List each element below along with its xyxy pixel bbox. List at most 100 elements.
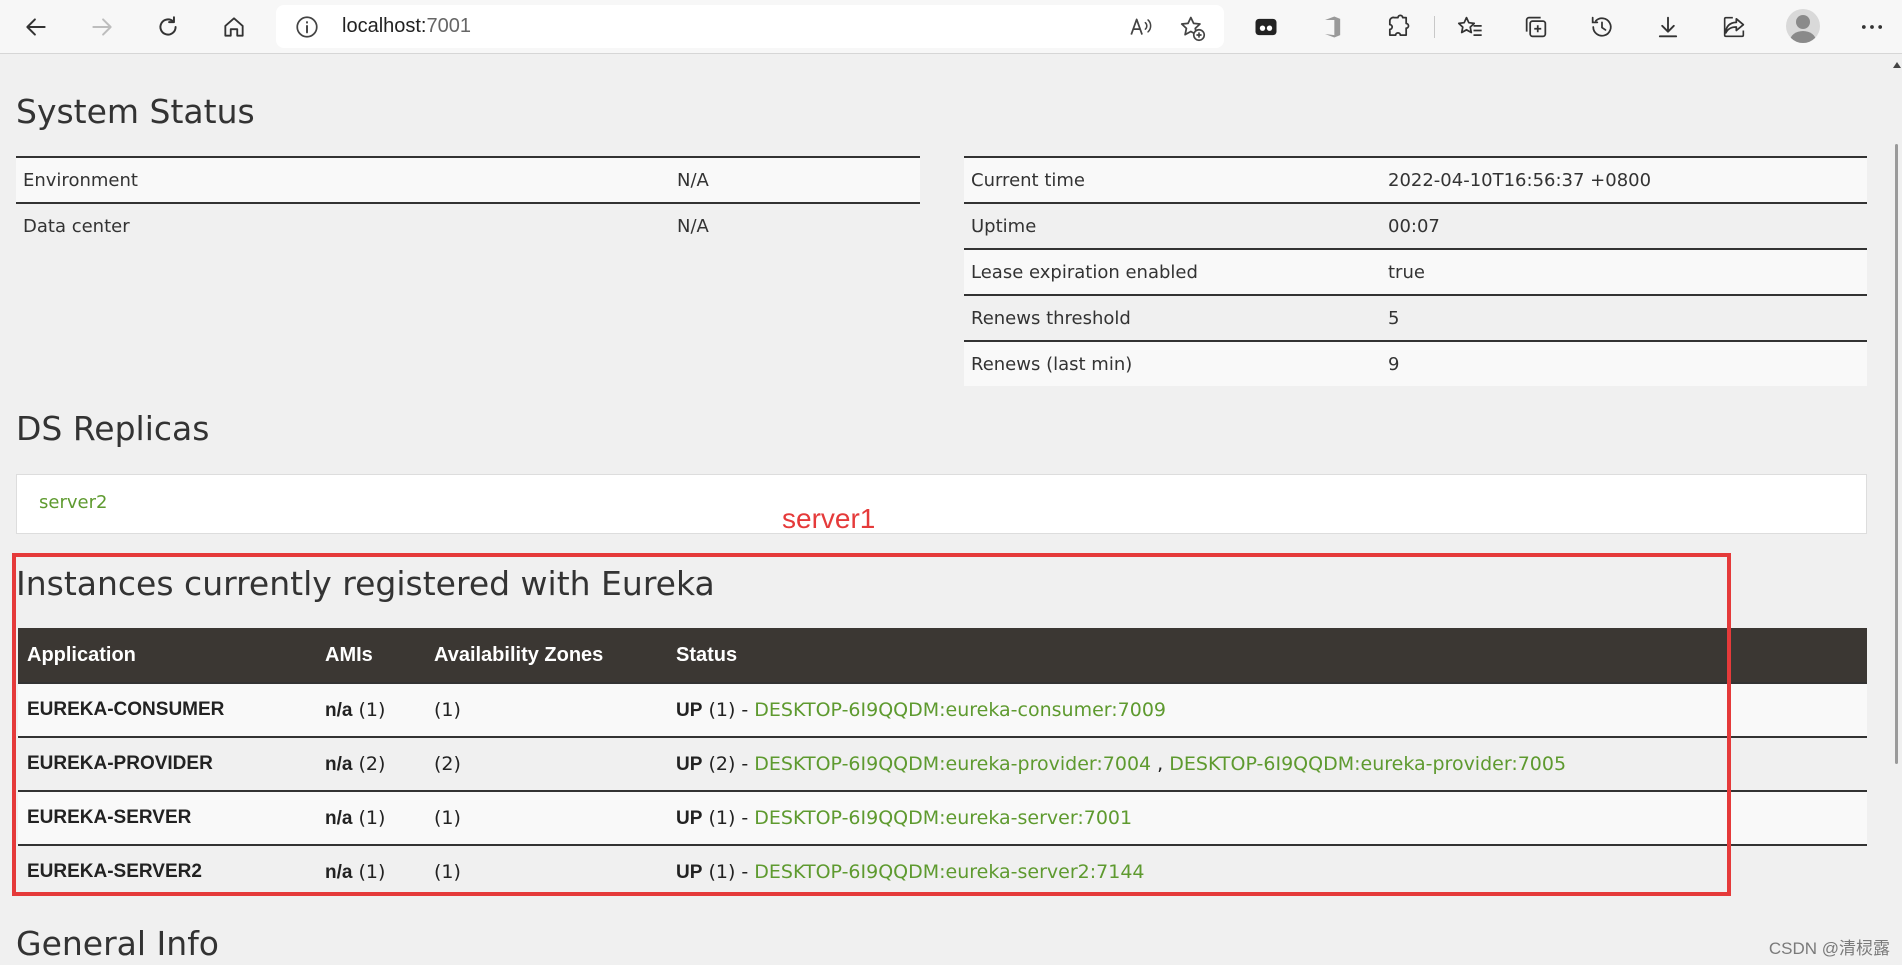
instances-table: Application AMIs Availability Zones Stat… [18,628,1867,898]
amis-cell: n/a (2) [316,736,425,791]
environment-label: Environment [16,156,670,203]
status-up: UP [676,699,703,721]
office-extension-icon[interactable] [1314,9,1350,45]
scroll-up-icon[interactable] [1893,62,1901,68]
amis-count: (1) [352,806,386,829]
extensions-puzzle-icon[interactable] [1380,9,1416,45]
uptime-label: Uptime [964,202,1381,249]
instances-header-row: Application AMIs Availability Zones Stat… [18,628,1867,683]
status-cell: UP (2) - DESKTOP-6I9QQDM:eureka-provider… [667,736,1867,791]
system-status-right-table: Current time 2022-04-10T16:56:37 +0800 U… [964,156,1867,386]
status-cell: UP (1) - DESKTOP-6I9QQDM:eureka-server:7… [667,790,1867,845]
instance-link[interactable]: DESKTOP-6I9QQDM:eureka-consumer:7009 [754,699,1166,721]
amis-value: n/a [325,807,353,829]
general-info-title: General Info [16,924,219,963]
url-text[interactable]: localhost:7001 [342,15,471,38]
application-name: EUREKA-SERVER [18,790,316,845]
table-row: EUREKA-SERVER2 n/a (1) (1) UP (1) - DESK… [18,844,1867,898]
info-icon[interactable] [294,14,320,40]
amis-value: n/a [325,861,353,883]
column-header-application: Application [18,628,316,683]
ds-replicas-list: server2 [16,474,1867,534]
data-center-value: N/A [670,202,920,248]
history-icon[interactable] [1584,9,1620,45]
status-count: (1) - [702,806,755,829]
status-count: (1) - [702,860,755,883]
table-row: Renews threshold 5 [964,294,1867,341]
refresh-icon[interactable] [150,9,186,45]
collections-icon[interactable] [1518,9,1554,45]
current-time-value: 2022-04-10T16:56:37 +0800 [1381,156,1867,203]
replica-link-server2[interactable]: server2 [39,492,107,513]
system-status-title: System Status [16,92,255,131]
availability-zones: (1) [425,682,667,737]
url-host: localhost: [342,15,427,37]
annotation-label: server1 [782,503,876,534]
column-header-status: Status [667,628,1867,683]
instance-link[interactable]: DESKTOP-6I9QQDM:eureka-provider:7005 [1169,753,1566,775]
environment-value: N/A [670,156,920,203]
instances-title: Instances currently registered with Eure… [16,564,715,603]
amis-value: n/a [325,699,353,721]
amis-cell: n/a (1) [316,844,425,898]
vertical-scrollbar[interactable] [1892,54,1902,965]
lease-expiration-value: true [1381,248,1867,295]
favorites-icon[interactable] [1452,9,1488,45]
scrollbar-thumb[interactable] [1895,144,1898,764]
link-separator: , [1151,752,1170,775]
column-header-amis: AMIs [316,628,425,683]
read-aloud-icon[interactable] [1128,14,1154,40]
status-up: UP [676,753,703,775]
instance-link[interactable]: DESKTOP-6I9QQDM:eureka-server:7001 [754,807,1132,829]
application-name: EUREKA-SERVER2 [18,844,316,898]
table-row: Renews (last min) 9 [964,340,1867,386]
instance-link[interactable]: DESKTOP-6I9QQDM:eureka-server2:7144 [754,861,1144,883]
share-icon[interactable] [1716,9,1752,45]
table-row: Lease expiration enabled true [964,248,1867,295]
table-row: EUREKA-SERVER n/a (1) (1) UP (1) - DESKT… [18,790,1867,845]
back-arrow-icon[interactable] [18,9,54,45]
table-row: Uptime 00:07 [964,202,1867,249]
availability-zones: (2) [425,736,667,791]
amis-cell: n/a (1) [316,790,425,845]
renews-last-min-label: Renews (last min) [964,340,1381,386]
more-icon[interactable] [1854,9,1890,45]
status-up: UP [676,807,703,829]
data-center-label: Data center [16,202,670,248]
home-icon[interactable] [216,9,252,45]
watermark: CSDN @清棂露 [1768,939,1890,958]
application-name: EUREKA-CONSUMER [18,682,316,737]
availability-zones: (1) [425,844,667,898]
address-bar[interactable]: localhost:7001 [276,5,1224,48]
add-favorite-icon[interactable] [1178,14,1206,42]
downloads-icon[interactable] [1650,9,1686,45]
lease-expiration-label: Lease expiration enabled [964,248,1381,295]
avatar-head [1796,15,1810,29]
amis-cell: n/a (1) [316,682,425,737]
avatar-body [1790,31,1816,43]
profile-avatar[interactable] [1786,9,1820,43]
table-row: EUREKA-CONSUMER n/a (1) (1) UP (1) - DES… [18,682,1867,737]
url-port: 7001 [426,15,472,37]
availability-zones: (1) [425,790,667,845]
browser-toolbar: localhost:7001 [0,0,1902,54]
forward-arrow-icon[interactable] [84,9,120,45]
application-name: EUREKA-PROVIDER [18,736,316,791]
status-cell: UP (1) - DESKTOP-6I9QQDM:eureka-server2:… [667,844,1867,898]
table-row: Current time 2022-04-10T16:56:37 +0800 [964,156,1867,203]
table-row: Environment N/A [16,156,920,203]
extension-icon-dark[interactable] [1248,9,1284,45]
amis-count: (2) [352,752,386,775]
status-count: (2) - [702,752,755,775]
amis-value: n/a [325,753,353,775]
instance-link[interactable]: DESKTOP-6I9QQDM:eureka-provider:7004 [754,753,1151,775]
system-status-left-table: Environment N/A Data center N/A [16,156,920,248]
renews-threshold-value: 5 [1381,294,1867,341]
renews-last-min-value: 9 [1381,340,1867,386]
table-row: EUREKA-PROVIDER n/a (2) (2) UP (2) - DES… [18,736,1867,791]
renews-threshold-label: Renews threshold [964,294,1381,341]
current-time-label: Current time [964,156,1381,203]
status-up: UP [676,861,703,883]
amis-count: (1) [352,698,386,721]
amis-count: (1) [352,860,386,883]
